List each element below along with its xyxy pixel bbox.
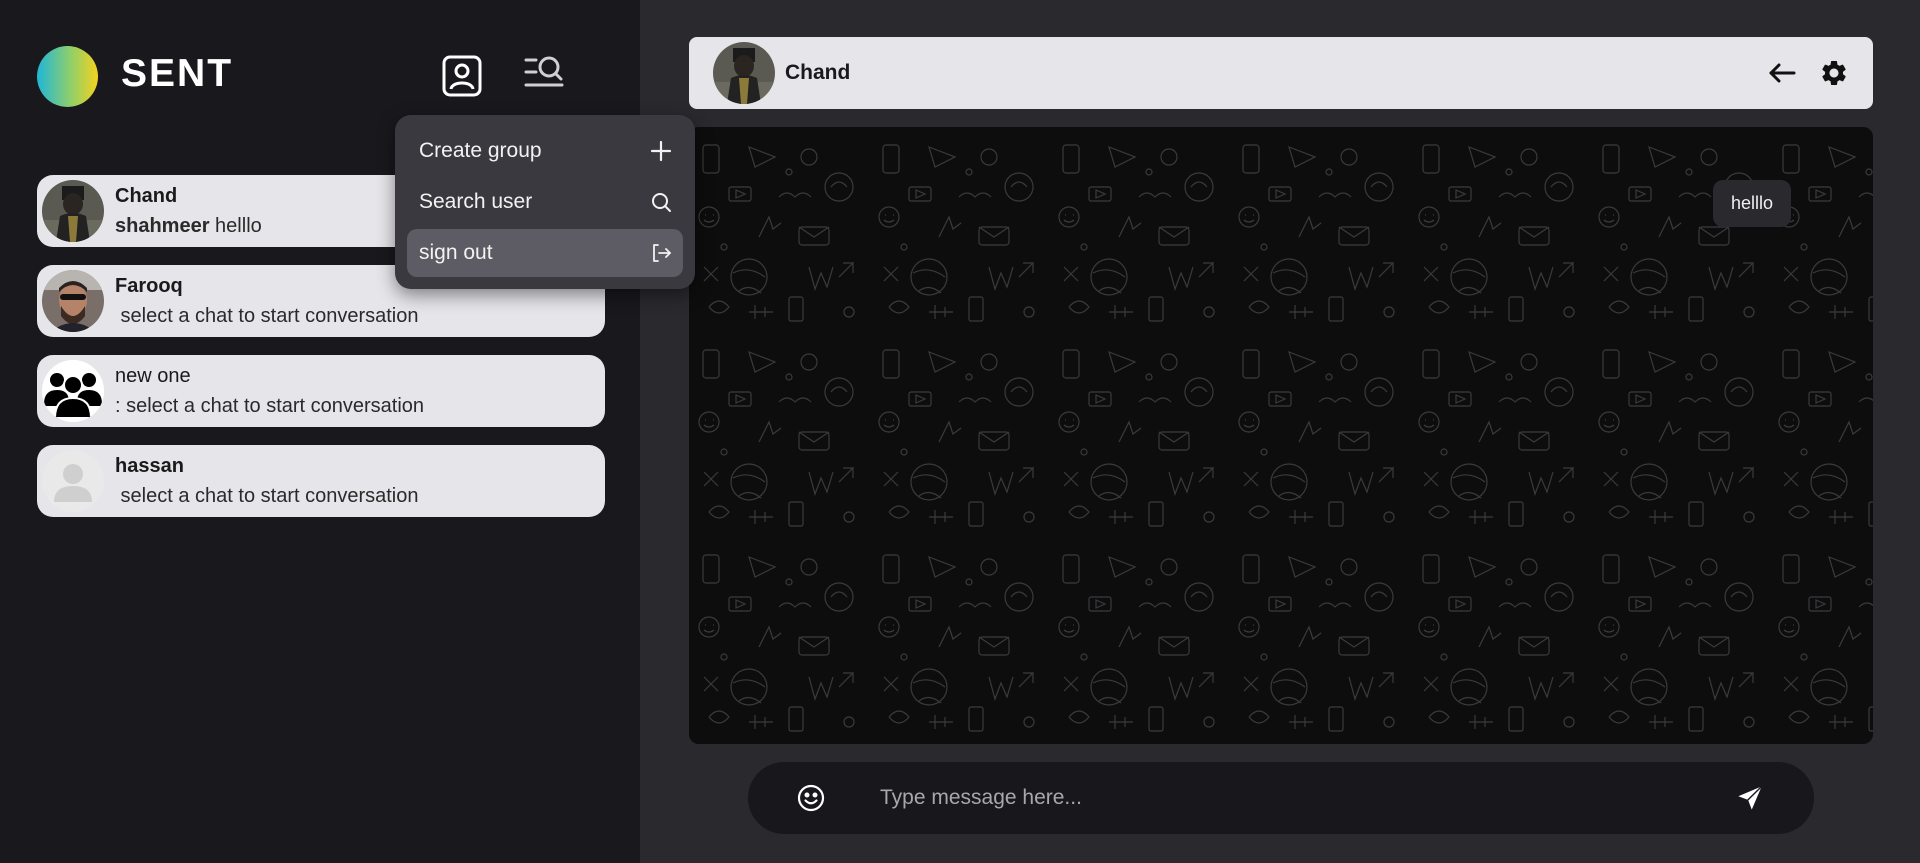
chat-preview: select a chat to start conversation bbox=[115, 305, 419, 327]
send-icon bbox=[1738, 785, 1763, 810]
avatar bbox=[42, 180, 104, 242]
app-title: SENT bbox=[121, 52, 234, 95]
chat-list-item[interactable]: new one : select a chat to start convers… bbox=[37, 355, 605, 427]
messages-area: helllo bbox=[689, 127, 1873, 744]
menu-item-label: Search user bbox=[419, 190, 533, 213]
avatar bbox=[713, 42, 775, 104]
sign-out-icon bbox=[649, 241, 673, 265]
chat-preview: : select a chat to start conversation bbox=[115, 395, 425, 417]
search-user-menu-item[interactable]: Search user bbox=[407, 178, 683, 226]
default-avatar-icon bbox=[42, 450, 104, 512]
options-dropdown: Create group Search user sign out bbox=[395, 115, 695, 289]
send-button[interactable] bbox=[1736, 784, 1764, 812]
gear-icon bbox=[1822, 60, 1846, 85]
chat-preview: select a chat to start conversation bbox=[115, 485, 419, 507]
search-icon bbox=[649, 190, 673, 214]
menu-item-label: Create group bbox=[419, 139, 542, 162]
search-menu-button[interactable] bbox=[522, 52, 566, 96]
smiley-icon bbox=[797, 784, 825, 812]
profile-button[interactable] bbox=[440, 54, 484, 98]
settings-button[interactable] bbox=[1819, 58, 1849, 88]
group-avatar-icon bbox=[42, 360, 104, 422]
message-bubble: helllo bbox=[1712, 180, 1791, 227]
chat-header: Chand bbox=[689, 37, 1873, 109]
chat-name: Farooq bbox=[115, 275, 183, 297]
chat-name: Chand bbox=[115, 185, 178, 207]
app-logo bbox=[37, 46, 98, 107]
chat-last-message: helllo bbox=[209, 215, 262, 237]
arrow-left-icon bbox=[1769, 63, 1796, 83]
chat-name: new one bbox=[115, 365, 191, 387]
sign-out-menu-item[interactable]: sign out bbox=[407, 229, 683, 277]
chat-preview: shahmeer helllo bbox=[115, 215, 262, 238]
profile-icon bbox=[442, 55, 482, 97]
chat-list-item[interactable]: hassan select a chat to start conversati… bbox=[37, 445, 605, 517]
menu-item-label: sign out bbox=[419, 241, 493, 264]
doodle-pattern-background bbox=[689, 127, 1873, 744]
chat-title: Chand bbox=[785, 61, 851, 84]
search-menu-icon bbox=[524, 56, 564, 87]
message-composer bbox=[748, 762, 1814, 834]
plus-icon bbox=[649, 139, 673, 163]
chat-name: hassan bbox=[115, 455, 184, 477]
back-button[interactable] bbox=[1767, 59, 1797, 87]
message-input[interactable] bbox=[880, 778, 1700, 818]
chat-sender: shahmeer bbox=[115, 215, 210, 237]
create-group-menu-item[interactable]: Create group bbox=[407, 127, 683, 175]
emoji-button[interactable] bbox=[796, 783, 826, 813]
avatar bbox=[42, 270, 104, 332]
